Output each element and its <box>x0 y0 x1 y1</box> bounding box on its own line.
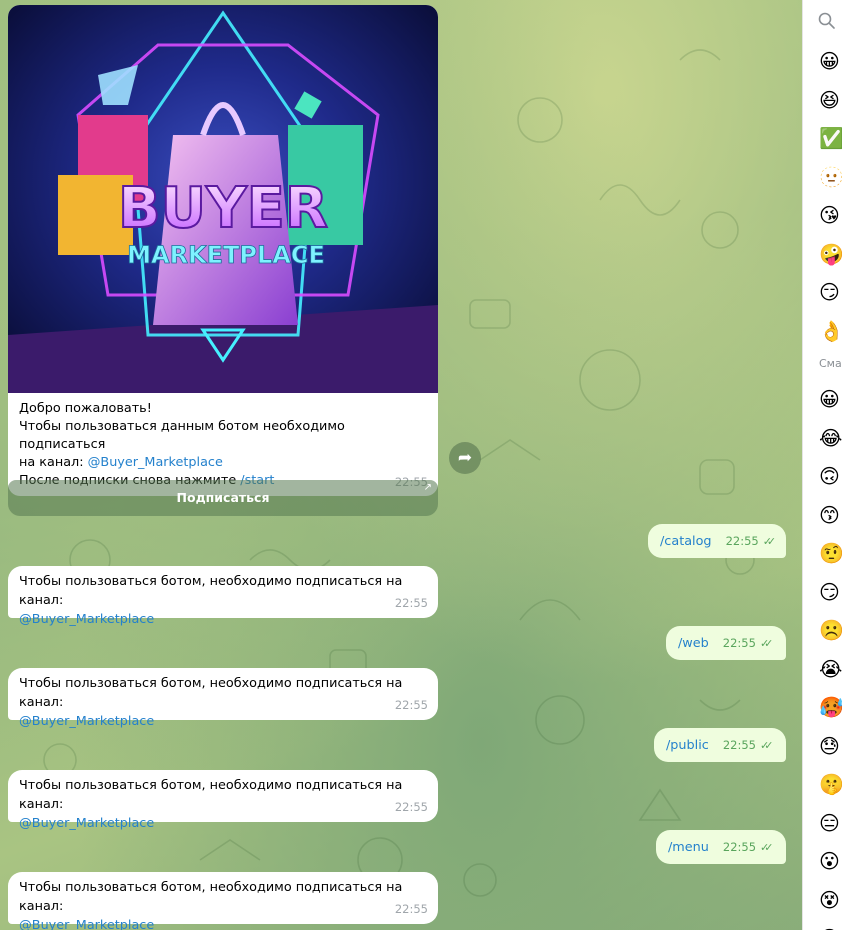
caption-line-3-text: на канал: <box>19 455 88 470</box>
message-text: Чтобы пользоваться ботом, необходимо под… <box>19 880 403 914</box>
forward-icon[interactable]: ➦ <box>449 442 481 474</box>
emoji-button[interactable]: 😀 <box>819 49 842 73</box>
caption-line-3: на канал: @Buyer_Marketplace <box>19 454 426 472</box>
emoji-button[interactable]: 😀 <box>819 387 842 411</box>
emoji-button[interactable]: 😙 <box>819 503 842 527</box>
command-text[interactable]: /catalog <box>660 534 712 549</box>
channel-link[interactable]: @Buyer_Marketplace <box>19 610 427 629</box>
caption-line-1: Добро пожаловать! <box>19 401 152 416</box>
emoji-button[interactable]: 😂 <box>819 426 842 450</box>
message-time: 22:55 <box>722 636 756 650</box>
message-text: Чтобы пользоваться ботом, необходимо под… <box>19 574 403 608</box>
outgoing-message: /public 22:55 ✓✓ <box>654 728 786 762</box>
message-time: 22:55 <box>394 698 428 712</box>
read-checks-icon: ✓✓ <box>759 739 774 752</box>
incoming-message: Чтобы пользоваться ботом, необходимо под… <box>8 872 438 930</box>
message-time: 22:55 <box>394 800 428 814</box>
command-text[interactable]: /web <box>678 636 709 651</box>
message-time: 22:55 <box>394 596 428 610</box>
read-checks-icon: ✓✓ <box>759 637 774 650</box>
emoji-button[interactable]: 😮 <box>819 849 842 873</box>
message-time: 22:55 <box>394 902 428 916</box>
outgoing-message: /menu 22:55 ✓✓ <box>656 830 786 864</box>
emoji-button[interactable]: 😓 <box>819 926 842 930</box>
outgoing-message: /web 22:55 ✓✓ <box>666 626 786 660</box>
emoji-button[interactable]: 🤨 <box>819 541 842 565</box>
message-time: 22:55 <box>725 534 759 548</box>
channel-link[interactable]: @Buyer_Marketplace <box>88 455 223 470</box>
message-time: 22:55 <box>722 738 756 752</box>
emoji-button[interactable]: 😏 <box>819 580 842 604</box>
emoji-button[interactable]: 😏 <box>819 280 842 304</box>
emoji-button[interactable]: 😭 <box>819 657 842 681</box>
emoji-button[interactable]: 🤪 <box>819 242 842 266</box>
emoji-button[interactable]: 😆 <box>819 88 842 112</box>
outgoing-message: /catalog 22:55 ✓✓ <box>648 524 786 558</box>
channel-link[interactable]: @Buyer_Marketplace <box>19 916 427 930</box>
incoming-message: Чтобы пользоваться ботом, необходимо под… <box>8 566 438 627</box>
emoji-button[interactable]: 🤫 <box>819 772 842 796</box>
emoji-button[interactable]: 😘 <box>819 203 842 227</box>
banner-subtitle: MARKETPLACE <box>127 241 325 269</box>
welcome-post: BUYER MARKETPLACE Добро пожаловать! Чтоб… <box>8 5 438 496</box>
command-text[interactable]: /menu <box>668 840 709 855</box>
command-text[interactable]: /public <box>666 738 709 753</box>
emoji-button[interactable]: 😑 <box>819 811 842 835</box>
banner-title: BUYER <box>118 176 328 241</box>
emoji-button[interactable]: 🙃 <box>819 464 842 488</box>
message-text: Чтобы пользоваться ботом, необходимо под… <box>19 676 403 710</box>
emoji-button[interactable]: 😵 <box>819 888 842 912</box>
incoming-message: Чтобы пользоваться ботом, необходимо под… <box>8 770 438 831</box>
emoji-panel: 😀 😆 ✅ 🫥 😘 🤪 😏 👌 Сма 😀 😂 🙃 😙 🤨 😏 ☹️ 😭 🥵 😓 🤫 😑 😮 😵 😓 <box>802 0 842 930</box>
emoji-button[interactable]: ✅ <box>819 126 842 150</box>
emoji-button[interactable]: 🫥 <box>819 165 842 189</box>
subscribe-button-label: Подписаться <box>176 490 270 505</box>
chat-area: BUYER MARKETPLACE Добро пожаловать! Чтоб… <box>0 0 802 930</box>
emoji-button[interactable]: 🥵 <box>819 695 842 719</box>
message-time: 22:55 <box>722 840 757 854</box>
external-link-icon: ↗ <box>423 482 432 493</box>
caption-line-2: Чтобы пользоваться данным ботом необходи… <box>19 419 345 452</box>
message-text: Чтобы пользоваться ботом, необходимо под… <box>19 778 403 812</box>
emoji-section-label: Сма <box>819 357 842 370</box>
channel-link[interactable]: @Buyer_Marketplace <box>19 814 427 833</box>
search-icon[interactable] <box>814 8 840 34</box>
read-checks-icon: ✓✓ <box>760 841 774 854</box>
buyer-marketplace-banner: BUYER MARKETPLACE <box>8 5 438 393</box>
read-checks-icon: ✓✓ <box>762 535 777 548</box>
channel-link[interactable]: @Buyer_Marketplace <box>19 712 427 731</box>
subscribe-button[interactable]: Подписаться ↗ <box>8 480 438 516</box>
incoming-message: Чтобы пользоваться ботом, необходимо под… <box>8 668 438 729</box>
emoji-button[interactable]: ☹️ <box>819 618 842 642</box>
emoji-button[interactable]: 👌 <box>819 319 842 343</box>
emoji-button[interactable]: 😓 <box>819 734 842 758</box>
